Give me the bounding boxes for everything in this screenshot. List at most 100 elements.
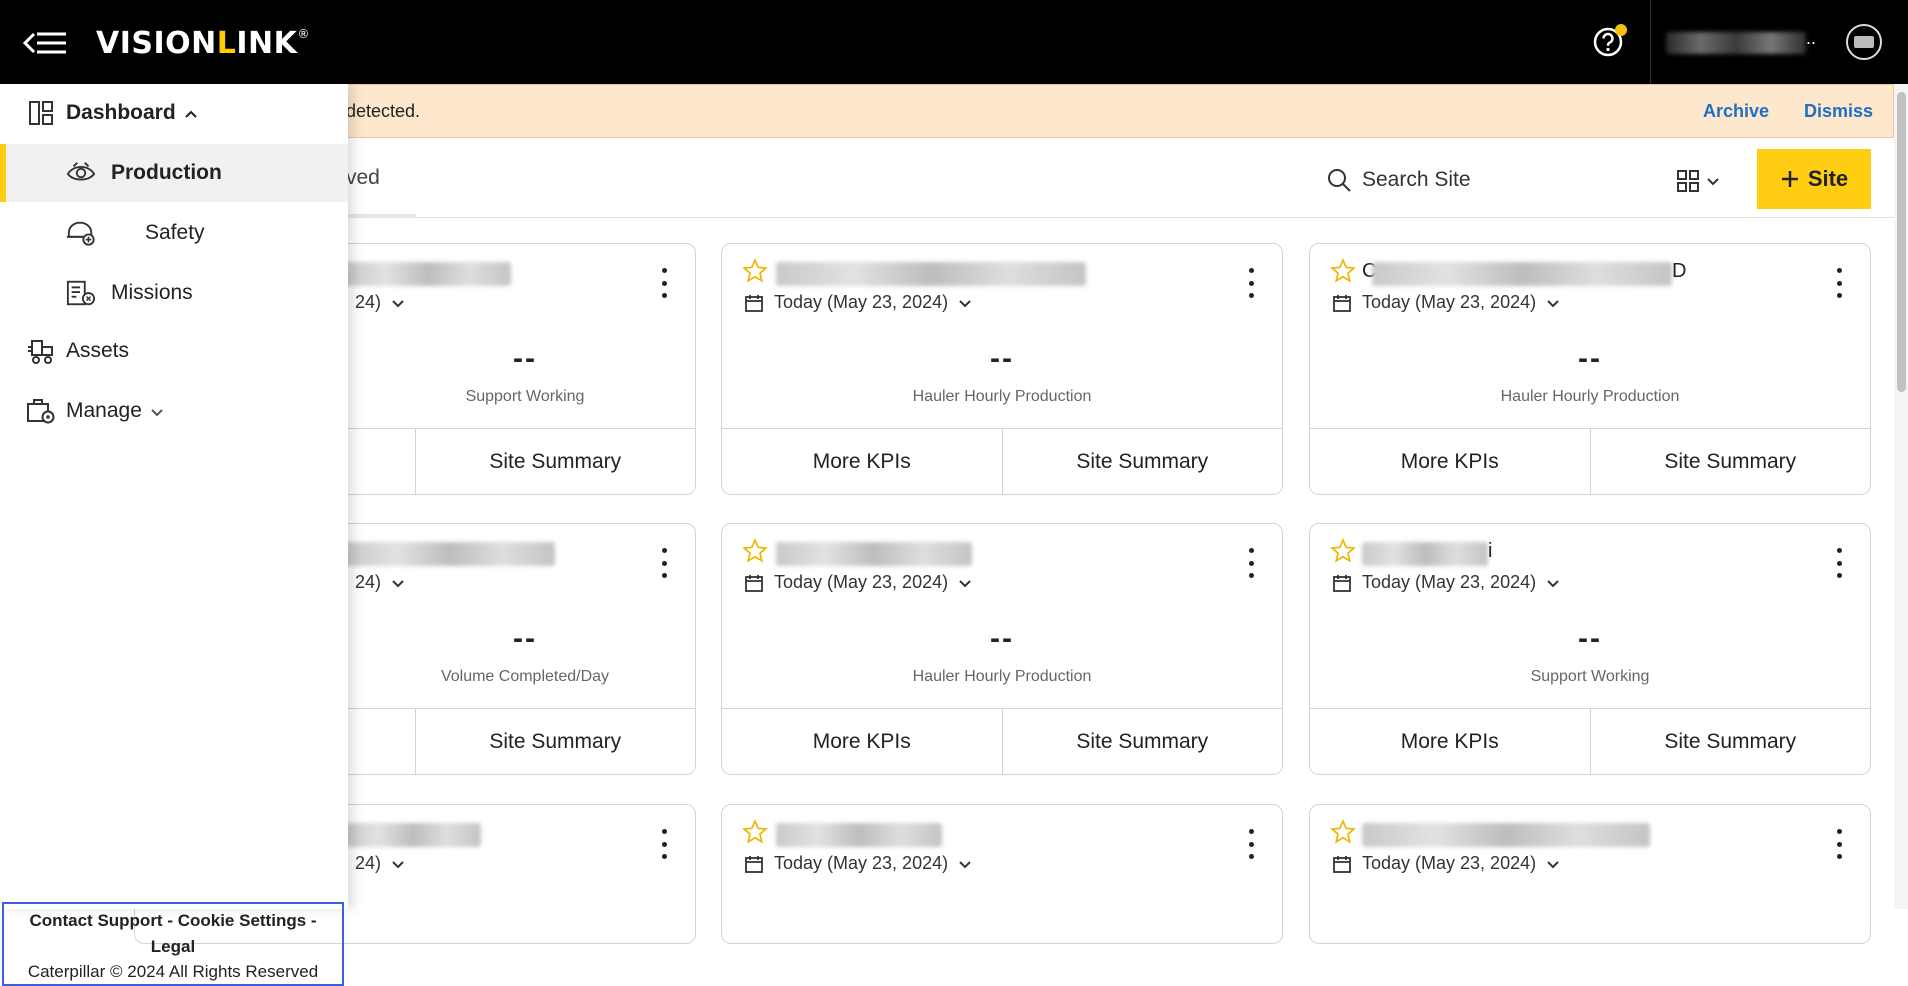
contact-support-link[interactable]: Contact Support: [29, 911, 162, 930]
site-name-suffix: D: [1672, 260, 1687, 282]
chevron-down-icon: [959, 860, 971, 868]
search-input[interactable]: Search Site: [1362, 168, 1471, 192]
sidebar-item-dashboard[interactable]: Dashboard: [0, 84, 348, 142]
site-card[interactable]: Today (May 23, 2024) -- Hauler Hourly Pr…: [721, 243, 1283, 495]
date-selector[interactable]: Today (May 23, 2024): [744, 572, 972, 593]
date-selector[interactable]: Today (May 23, 2024): [1332, 853, 1560, 874]
search-icon: [1328, 169, 1351, 192]
more-options-icon[interactable]: [653, 268, 675, 298]
cookie-settings-link[interactable]: Cookie Settings: [178, 911, 306, 930]
more-options-icon[interactable]: [653, 829, 675, 859]
dismiss-link[interactable]: Dismiss: [1804, 101, 1873, 122]
site-name-redacted: [345, 262, 511, 286]
chevron-up-icon: [185, 110, 197, 118]
assets-icon: [26, 336, 56, 366]
date-selector[interactable]: Today (May 23, 2024): [744, 853, 972, 874]
chevron-down-icon: [1547, 860, 1559, 868]
calendar-icon: [745, 574, 763, 592]
site-name-redacted: [776, 262, 1086, 286]
sidebar: Dashboard Production Safety Missions Ass…: [0, 84, 348, 986]
site-summary-button[interactable]: Site Summary: [1589, 429, 1870, 494]
site-name-redacted: [776, 823, 942, 847]
chevron-down-icon: [1547, 579, 1559, 587]
view-toggle[interactable]: [1676, 166, 1730, 196]
site-summary-button[interactable]: Site Summary: [414, 429, 695, 494]
site-card[interactable]: C D Today (May 23, 2024) -- Hauler Hourl…: [1309, 243, 1871, 495]
site-name-redacted: [1372, 262, 1672, 286]
site-card[interactable]: Today (May 23, 2024): [721, 804, 1283, 944]
calendar-icon: [1333, 855, 1351, 873]
more-kpis-button[interactable]: More KPIs: [722, 709, 1002, 774]
grid-view-icon: [1677, 170, 1699, 192]
sidebar-item-assets[interactable]: Assets: [0, 322, 348, 380]
kpi-value: --: [1578, 342, 1602, 375]
site-name-redacted: [1362, 542, 1488, 566]
collapse-menu-icon[interactable]: [22, 28, 68, 58]
more-options-icon[interactable]: [1828, 268, 1850, 298]
toolbar-divider: [346, 217, 1894, 218]
site-summary-button[interactable]: Site Summary: [414, 709, 695, 774]
legal-link[interactable]: Legal: [151, 937, 195, 956]
more-options-icon[interactable]: [1240, 268, 1262, 298]
add-site-button[interactable]: Site: [1757, 149, 1871, 209]
chevron-down-icon: [959, 579, 971, 587]
site-summary-button[interactable]: Site Summary: [1001, 709, 1282, 774]
site-summary-button[interactable]: Site Summary: [1589, 709, 1870, 774]
copyright-text: Caterpillar © 2024 All Rights Reserved: [27, 962, 319, 981]
kpi-value: --: [990, 622, 1014, 655]
site-card[interactable]: Today (May 23, 2024): [1309, 804, 1871, 944]
date-selector[interactable]: Today (May 23, 2024): [1332, 572, 1560, 593]
plus-icon: [1781, 171, 1798, 187]
sidebar-item-manage[interactable]: Manage: [0, 382, 348, 440]
more-kpis-button[interactable]: More KPIs: [1310, 709, 1590, 774]
site-card[interactable]: i Today (May 23, 2024) -- Support Workin…: [1309, 523, 1871, 775]
more-options-icon[interactable]: [1828, 548, 1850, 578]
kpi-label: Hauler Hourly Production: [912, 388, 1092, 405]
kpi-label: Hauler Hourly Production: [912, 668, 1092, 685]
favorite-star-icon[interactable]: [1330, 819, 1356, 845]
more-options-icon[interactable]: [1240, 548, 1262, 578]
more-options-icon[interactable]: [1240, 829, 1262, 859]
search-site[interactable]: Search Site: [1326, 162, 1586, 198]
more-kpis-button[interactable]: More KPIs: [722, 429, 1002, 494]
date-selector[interactable]: Today (May 23, 2024): [1332, 292, 1560, 313]
favorite-star-icon[interactable]: [742, 258, 768, 284]
user-name-redacted[interactable]: [1666, 32, 1806, 54]
favorite-star-icon[interactable]: [742, 538, 768, 564]
chevron-down-icon: [392, 860, 404, 868]
date-selector[interactable]: Today (May 23, 2024): [744, 292, 972, 313]
header-divider: [1650, 0, 1651, 84]
tab-saved[interactable]: ved: [346, 166, 380, 190]
chevron-down-icon: [392, 299, 404, 307]
chevron-down-icon: [1547, 299, 1559, 307]
more-kpis-button[interactable]: More KPIs: [1310, 429, 1590, 494]
top-bar: VISIONLINK® ..: [0, 0, 1908, 84]
avatar[interactable]: [1846, 24, 1882, 60]
more-options-icon[interactable]: [653, 548, 675, 578]
favorite-star-icon[interactable]: [1330, 258, 1356, 284]
sidebar-item-production[interactable]: Production: [0, 144, 348, 202]
site-name-redacted: [1362, 823, 1650, 847]
site-summary-button[interactable]: Site Summary: [1001, 429, 1282, 494]
chevron-down-icon: [959, 299, 971, 307]
site-card[interactable]: Today (May 23, 2024) -- Hauler Hourly Pr…: [721, 523, 1283, 775]
calendar-icon: [1333, 294, 1351, 312]
scrollbar-thumb[interactable]: [1897, 92, 1906, 392]
favorite-star-icon[interactable]: [1330, 538, 1356, 564]
chevron-down-icon: [151, 409, 163, 417]
sidebar-footer: Contact Support - Cookie Settings - Lega…: [2, 902, 344, 986]
sidebar-item-safety[interactable]: Safety: [0, 204, 348, 262]
favorite-star-icon[interactable]: [742, 819, 768, 845]
kpi-label: Support Working: [1530, 668, 1650, 685]
notification-dot: [1615, 24, 1627, 36]
sidebar-item-missions[interactable]: Missions: [0, 264, 348, 322]
calendar-icon: [745, 855, 763, 873]
safety-helmet-icon: [66, 218, 96, 248]
archive-link[interactable]: Archive: [1703, 101, 1769, 122]
visionlink-logo[interactable]: VISIONLINK®: [96, 26, 310, 61]
dashboard-icon: [26, 98, 56, 128]
more-options-icon[interactable]: [1828, 829, 1850, 859]
kpi-value: --: [990, 342, 1014, 375]
kpi-value: --: [1578, 622, 1602, 655]
chevron-down-icon: [1707, 178, 1719, 186]
